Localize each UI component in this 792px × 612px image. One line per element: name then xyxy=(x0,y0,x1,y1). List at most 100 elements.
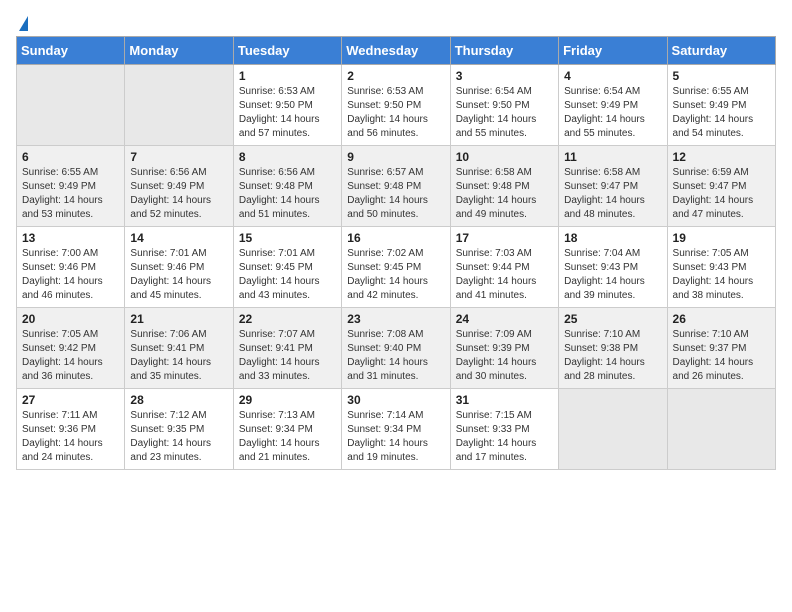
logo xyxy=(16,16,28,28)
day-number: 31 xyxy=(456,393,553,407)
calendar-cell: 25 Sunrise: 7:10 AM Sunset: 9:38 PM Dayli… xyxy=(559,308,667,389)
calendar-cell: 14 Sunrise: 7:01 AM Sunset: 9:46 PM Dayli… xyxy=(125,227,233,308)
day-number: 19 xyxy=(673,231,770,245)
day-number: 30 xyxy=(347,393,444,407)
day-number: 8 xyxy=(239,150,336,164)
day-number: 28 xyxy=(130,393,227,407)
cell-info: Sunrise: 7:14 AM Sunset: 9:34 PM Dayligh… xyxy=(347,409,444,465)
day-number: 24 xyxy=(456,312,553,326)
calendar-cell: 28 Sunrise: 7:12 AM Sunset: 9:35 PM Dayli… xyxy=(125,389,233,470)
day-number: 2 xyxy=(347,69,444,83)
calendar-cell: 19 Sunrise: 7:05 AM Sunset: 9:43 PM Dayli… xyxy=(667,227,775,308)
day-number: 25 xyxy=(564,312,661,326)
day-number: 21 xyxy=(130,312,227,326)
cell-info: Sunrise: 6:57 AM Sunset: 9:48 PM Dayligh… xyxy=(347,166,444,222)
cell-info: Sunrise: 6:55 AM Sunset: 9:49 PM Dayligh… xyxy=(673,85,770,141)
day-number: 27 xyxy=(22,393,119,407)
day-number: 18 xyxy=(564,231,661,245)
header-saturday: Saturday xyxy=(667,37,775,65)
day-number: 7 xyxy=(130,150,227,164)
cell-info: Sunrise: 6:54 AM Sunset: 9:49 PM Dayligh… xyxy=(564,85,661,141)
week-row-1: 1 Sunrise: 6:53 AM Sunset: 9:50 PM Daylig… xyxy=(17,65,776,146)
day-number: 6 xyxy=(22,150,119,164)
cell-info: Sunrise: 6:58 AM Sunset: 9:48 PM Dayligh… xyxy=(456,166,553,222)
cell-info: Sunrise: 7:00 AM Sunset: 9:46 PM Dayligh… xyxy=(22,247,119,303)
day-number: 14 xyxy=(130,231,227,245)
calendar-cell: 5 Sunrise: 6:55 AM Sunset: 9:49 PM Daylig… xyxy=(667,65,775,146)
cell-info: Sunrise: 6:54 AM Sunset: 9:50 PM Dayligh… xyxy=(456,85,553,141)
cell-info: Sunrise: 7:13 AM Sunset: 9:34 PM Dayligh… xyxy=(239,409,336,465)
calendar-cell: 9 Sunrise: 6:57 AM Sunset: 9:48 PM Daylig… xyxy=(342,146,450,227)
cell-info: Sunrise: 7:10 AM Sunset: 9:38 PM Dayligh… xyxy=(564,328,661,384)
calendar-cell: 15 Sunrise: 7:01 AM Sunset: 9:45 PM Dayli… xyxy=(233,227,341,308)
calendar-cell: 24 Sunrise: 7:09 AM Sunset: 9:39 PM Dayli… xyxy=(450,308,558,389)
page-header xyxy=(16,16,776,28)
cell-info: Sunrise: 6:59 AM Sunset: 9:47 PM Dayligh… xyxy=(673,166,770,222)
cell-info: Sunrise: 6:58 AM Sunset: 9:47 PM Dayligh… xyxy=(564,166,661,222)
day-number: 1 xyxy=(239,69,336,83)
header-wednesday: Wednesday xyxy=(342,37,450,65)
calendar-cell: 16Sunrise: 7:02 AM Sunset: 9:45 PM Dayli… xyxy=(342,227,450,308)
calendar-cell xyxy=(667,389,775,470)
day-number: 16 xyxy=(347,231,444,245)
calendar-cell: 22 Sunrise: 7:07 AM Sunset: 9:41 PM Dayli… xyxy=(233,308,341,389)
day-number: 9 xyxy=(347,150,444,164)
logo-triangle-icon xyxy=(19,16,28,31)
header-friday: Friday xyxy=(559,37,667,65)
week-row-3: 13 Sunrise: 7:00 AM Sunset: 9:46 PM Dayli… xyxy=(17,227,776,308)
calendar-cell: 21 Sunrise: 7:06 AM Sunset: 9:41 PM Dayli… xyxy=(125,308,233,389)
calendar-cell: 11 Sunrise: 6:58 AM Sunset: 9:47 PM Dayli… xyxy=(559,146,667,227)
day-number: 5 xyxy=(673,69,770,83)
cell-info: Sunrise: 6:56 AM Sunset: 9:48 PM Dayligh… xyxy=(239,166,336,222)
cell-info: Sunrise: 7:05 AM Sunset: 9:43 PM Dayligh… xyxy=(673,247,770,303)
calendar-cell: 6 Sunrise: 6:55 AM Sunset: 9:49 PM Daylig… xyxy=(17,146,125,227)
calendar-cell: 17Sunrise: 7:03 AM Sunset: 9:44 PM Dayli… xyxy=(450,227,558,308)
cell-info: Sunrise: 7:06 AM Sunset: 9:41 PM Dayligh… xyxy=(130,328,227,384)
cell-info: Sunrise: 6:53 AM Sunset: 9:50 PM Dayligh… xyxy=(239,85,336,141)
day-number: 11 xyxy=(564,150,661,164)
calendar-cell: 30 Sunrise: 7:14 AM Sunset: 9:34 PM Dayli… xyxy=(342,389,450,470)
calendar-cell: 4 Sunrise: 6:54 AM Sunset: 9:49 PM Daylig… xyxy=(559,65,667,146)
day-number: 20 xyxy=(22,312,119,326)
calendar-cell: 7 Sunrise: 6:56 AM Sunset: 9:49 PM Daylig… xyxy=(125,146,233,227)
day-number: 26 xyxy=(673,312,770,326)
calendar-cell: 1 Sunrise: 6:53 AM Sunset: 9:50 PM Daylig… xyxy=(233,65,341,146)
calendar-cell xyxy=(17,65,125,146)
cell-info: Sunrise: 7:07 AM Sunset: 9:41 PM Dayligh… xyxy=(239,328,336,384)
day-number: 15 xyxy=(239,231,336,245)
calendar-cell: 29Sunrise: 7:13 AM Sunset: 9:34 PM Dayli… xyxy=(233,389,341,470)
calendar-cell: 27Sunrise: 7:11 AM Sunset: 9:36 PM Dayli… xyxy=(17,389,125,470)
day-number: 3 xyxy=(456,69,553,83)
calendar-cell: 12 Sunrise: 6:59 AM Sunset: 9:47 PM Dayli… xyxy=(667,146,775,227)
calendar-cell: 31 Sunrise: 7:15 AM Sunset: 9:33 PM Dayli… xyxy=(450,389,558,470)
cell-info: Sunrise: 7:01 AM Sunset: 9:45 PM Dayligh… xyxy=(239,247,336,303)
calendar-cell: 23Sunrise: 7:08 AM Sunset: 9:40 PM Dayli… xyxy=(342,308,450,389)
calendar-header-row: SundayMondayTuesdayWednesdayThursdayFrid… xyxy=(17,37,776,65)
day-number: 17 xyxy=(456,231,553,245)
calendar-cell: 10Sunrise: 6:58 AM Sunset: 9:48 PM Dayli… xyxy=(450,146,558,227)
calendar-cell xyxy=(559,389,667,470)
calendar-cell: 2Sunrise: 6:53 AM Sunset: 9:50 PM Daylig… xyxy=(342,65,450,146)
header-monday: Monday xyxy=(125,37,233,65)
day-number: 22 xyxy=(239,312,336,326)
week-row-4: 20Sunrise: 7:05 AM Sunset: 9:42 PM Dayli… xyxy=(17,308,776,389)
calendar-cell xyxy=(125,65,233,146)
cell-info: Sunrise: 7:04 AM Sunset: 9:43 PM Dayligh… xyxy=(564,247,661,303)
cell-info: Sunrise: 6:56 AM Sunset: 9:49 PM Dayligh… xyxy=(130,166,227,222)
week-row-5: 27Sunrise: 7:11 AM Sunset: 9:36 PM Dayli… xyxy=(17,389,776,470)
calendar-cell: 3 Sunrise: 6:54 AM Sunset: 9:50 PM Daylig… xyxy=(450,65,558,146)
day-number: 12 xyxy=(673,150,770,164)
day-number: 4 xyxy=(564,69,661,83)
header-thursday: Thursday xyxy=(450,37,558,65)
calendar-cell: 20Sunrise: 7:05 AM Sunset: 9:42 PM Dayli… xyxy=(17,308,125,389)
header-tuesday: Tuesday xyxy=(233,37,341,65)
calendar-cell: 18 Sunrise: 7:04 AM Sunset: 9:43 PM Dayli… xyxy=(559,227,667,308)
cell-info: Sunrise: 7:01 AM Sunset: 9:46 PM Dayligh… xyxy=(130,247,227,303)
cell-info: Sunrise: 7:12 AM Sunset: 9:35 PM Dayligh… xyxy=(130,409,227,465)
cell-info: Sunrise: 7:09 AM Sunset: 9:39 PM Dayligh… xyxy=(456,328,553,384)
cell-info: Sunrise: 6:55 AM Sunset: 9:49 PM Dayligh… xyxy=(22,166,119,222)
calendar-table: SundayMondayTuesdayWednesdayThursdayFrid… xyxy=(16,36,776,470)
calendar-cell: 8 Sunrise: 6:56 AM Sunset: 9:48 PM Daylig… xyxy=(233,146,341,227)
day-number: 13 xyxy=(22,231,119,245)
cell-info: Sunrise: 7:15 AM Sunset: 9:33 PM Dayligh… xyxy=(456,409,553,465)
